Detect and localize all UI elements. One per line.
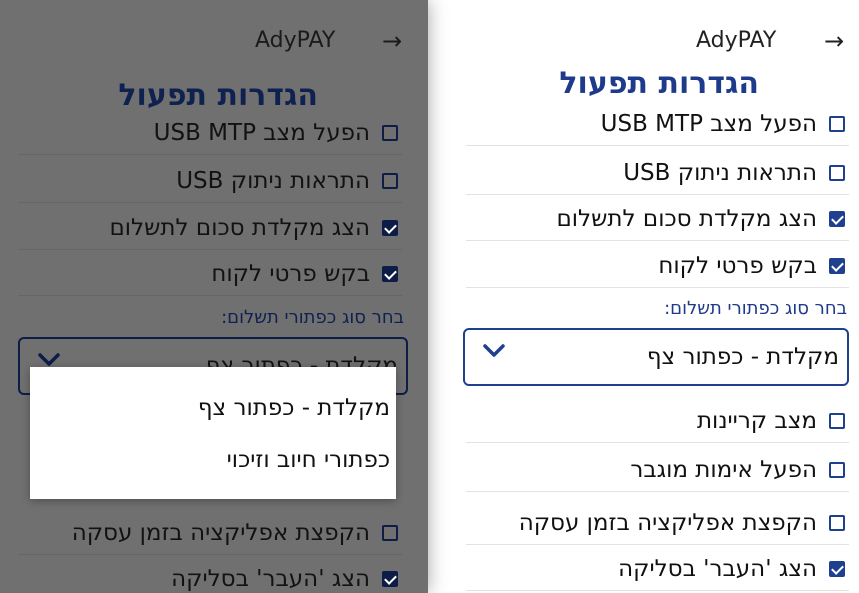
setting-label: התראות ניתוק USB	[176, 168, 370, 194]
setting-popup-during-transaction[interactable]: הקפצת אפליקציה בזמן עסקה	[18, 512, 402, 555]
setting-amount-keypad[interactable]: הצג מקלדת סכום לתשלום	[466, 198, 849, 241]
setting-usb-mtp[interactable]: הפעל מצב USB MTP	[18, 112, 402, 155]
setting-usb-disconnect-alerts[interactable]: התראות ניתוק USB	[18, 160, 402, 203]
setting-label: הפעל מצב USB MTP	[153, 120, 370, 146]
setting-show-transfer[interactable]: הצג 'העבר' בסליקה	[466, 548, 849, 591]
setting-label: הפעל מצב USB MTP	[600, 111, 817, 137]
setting-usb-disconnect-alerts[interactable]: התראות ניתוק USB	[466, 152, 849, 195]
chevron-down-icon	[38, 353, 60, 366]
app-title: AdyPAY	[696, 28, 777, 53]
page-title: הגדרות תפעול	[118, 78, 318, 113]
app-title: AdyPAY	[255, 28, 336, 53]
back-arrow-icon[interactable]: →	[382, 24, 402, 58]
app-bar: → AdyPAY	[452, 24, 859, 58]
setting-popup-during-transaction[interactable]: הקפצת אפליקציה בזמן עסקה	[466, 502, 849, 545]
checkbox-amount-keypad[interactable]	[829, 211, 845, 227]
setting-label: מצב קריינות	[696, 408, 817, 434]
setting-show-transfer[interactable]: הצג 'העבר' בסליקה	[18, 558, 402, 593]
app-bar: → AdyPAY	[0, 24, 428, 58]
page-title: הגדרות תפעול	[559, 66, 759, 101]
checkbox-usb-mtp[interactable]	[829, 116, 845, 132]
dropdown-option-charge-credit[interactable]: כפתורי חיוב וזיכוי	[227, 445, 390, 475]
chevron-down-icon	[483, 344, 505, 357]
checkbox-customer-details[interactable]	[382, 266, 398, 282]
setting-label: הצג מקלדת סכום לתשלום	[109, 215, 370, 241]
checkbox-usb-disconnect[interactable]	[382, 173, 398, 189]
setting-customer-details[interactable]: בקש פרטי לקוח	[466, 245, 849, 288]
setting-label: הצג 'העבר' בסליקה	[618, 556, 817, 582]
checkbox-narration-mode[interactable]	[829, 413, 845, 429]
checkbox-show-transfer[interactable]	[829, 561, 845, 577]
setting-label: הקפצת אפליקציה בזמן עסקה	[518, 510, 817, 536]
payment-buttons-dropdown[interactable]: מקלדת - כפתור צף	[463, 328, 849, 386]
checkbox-customer-details[interactable]	[829, 258, 845, 274]
setting-label: בקש פרטי לקוח	[211, 261, 370, 287]
setting-narration-mode[interactable]: מצב קריינות	[466, 400, 849, 443]
setting-label: התראות ניתוק USB	[623, 160, 817, 186]
checkbox-popup-during-transaction[interactable]	[382, 525, 398, 541]
setting-enhanced-auth[interactable]: הפעל אימות מוגבר	[466, 449, 849, 492]
payment-buttons-label: בחר סוג כפתורי תשלום:	[221, 307, 404, 328]
back-arrow-icon[interactable]: →	[824, 24, 844, 58]
setting-label: הצג מקלדת סכום לתשלום	[556, 206, 817, 232]
checkbox-usb-mtp[interactable]	[382, 125, 398, 141]
checkbox-usb-disconnect[interactable]	[829, 165, 845, 181]
left-screen-dropdown-open: → AdyPAY הגדרות תפעול הפעל מצב USB MTP ה…	[0, 0, 428, 593]
right-screen-settings: → AdyPAY הגדרות תפעול הפעל מצב USB MTP ה…	[452, 0, 859, 593]
setting-label: הצג 'העבר' בסליקה	[171, 566, 370, 592]
checkbox-amount-keypad[interactable]	[382, 220, 398, 236]
setting-usb-mtp[interactable]: הפעל מצב USB MTP	[466, 103, 849, 146]
dropdown-options-popup: מקלדת - כפתור צף כפתורי חיוב וזיכוי	[30, 367, 396, 499]
setting-label: הפעל אימות מוגבר	[630, 457, 817, 483]
setting-label: בקש פרטי לקוח	[658, 253, 817, 279]
dropdown-value: מקלדת - כפתור צף	[646, 344, 839, 370]
checkbox-show-transfer[interactable]	[382, 571, 398, 587]
checkbox-popup-during-transaction[interactable]	[829, 515, 845, 531]
dropdown-option-keypad-floating[interactable]: מקלדת - כפתור צף	[198, 393, 390, 423]
checkbox-enhanced-auth[interactable]	[829, 462, 845, 478]
payment-buttons-label: בחר סוג כפתורי תשלום:	[664, 298, 847, 319]
setting-amount-keypad[interactable]: הצג מקלדת סכום לתשלום	[18, 207, 402, 250]
setting-label: הקפצת אפליקציה בזמן עסקה	[71, 520, 370, 546]
setting-customer-details[interactable]: בקש פרטי לקוח	[18, 253, 402, 296]
